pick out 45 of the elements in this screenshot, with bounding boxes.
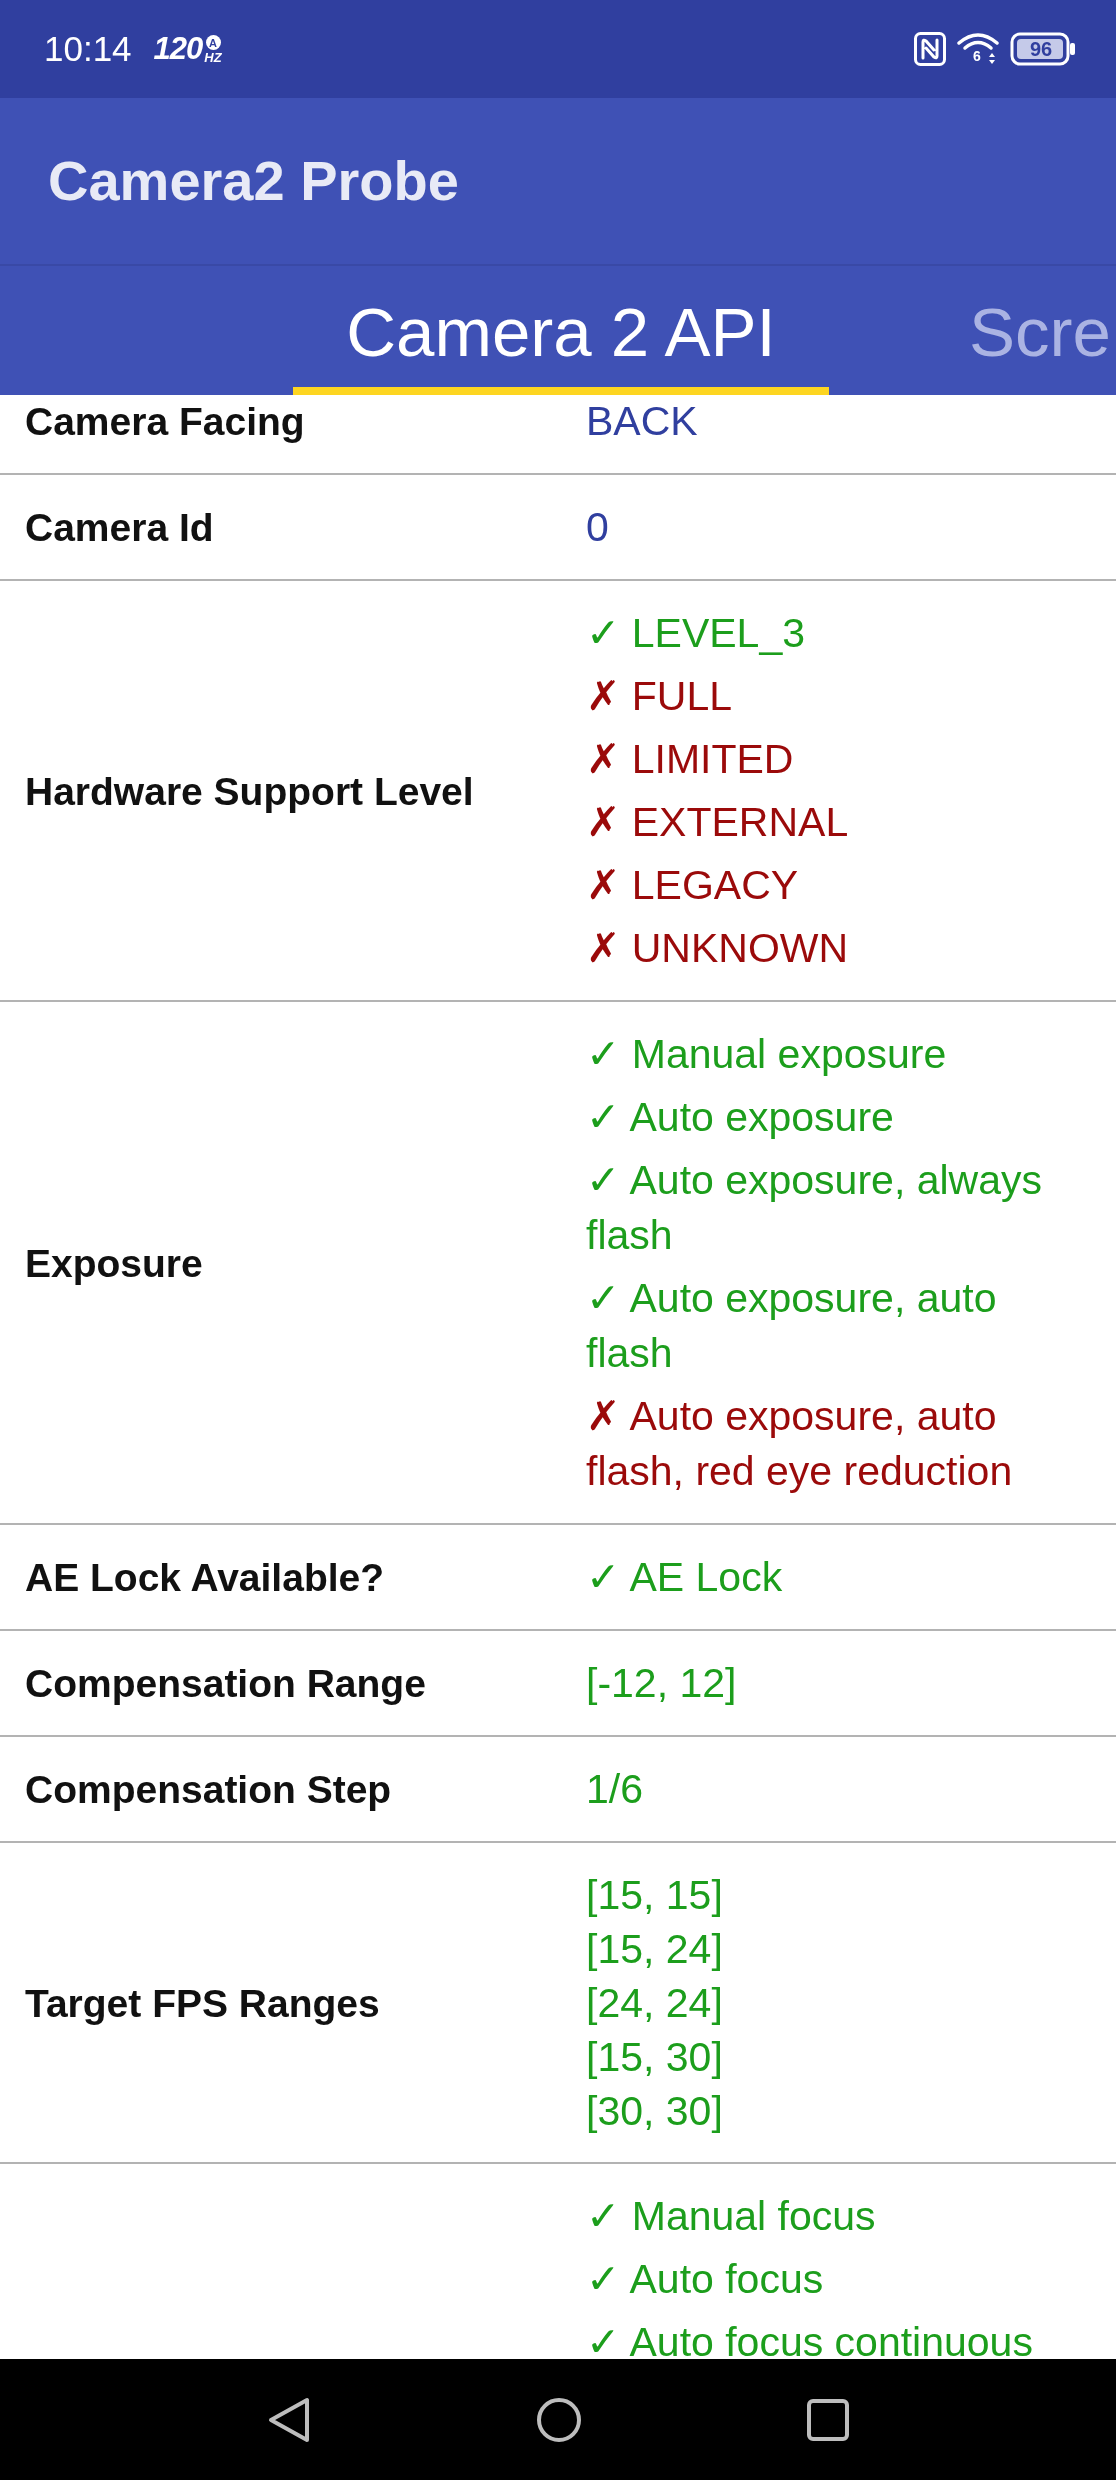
wifi-standard-text: 6 [973, 49, 981, 63]
supported-feature-text: ✓ Auto focus continuous [586, 2318, 1033, 2359]
property-value: [15, 15] [586, 1871, 723, 1920]
unsupported-feature-text: ✗ FULL [586, 672, 732, 721]
property-label: Exposure [25, 1240, 203, 1287]
property-value: [30, 30] [586, 2087, 723, 2136]
property-label: Camera Id [25, 505, 214, 551]
refresh-mode-badge: A [205, 35, 221, 50]
app-title: Camera2 Probe [48, 149, 459, 213]
property-label: Hardware Support Level [25, 768, 474, 815]
battery-icon [1010, 32, 1076, 66]
supported-feature-text: ✓ Auto exposure, auto flash [586, 1274, 998, 1378]
refresh-unit-text: HZ [204, 51, 222, 64]
unsupported-feature-text: ✗ LIMITED [586, 735, 794, 784]
unsupported-feature-text: ✗ Auto exposure, auto flash, red eye reduction [586, 1392, 1014, 1496]
wifi-icon [956, 32, 1000, 66]
unsupported-feature-text: ✗ LEGACY [586, 861, 799, 910]
property-value: 1/6 [586, 1765, 643, 1814]
supported-feature-text: ✓ Auto focus [586, 2255, 824, 2304]
property-label: Compensation Step [25, 1767, 392, 1813]
unsupported-feature-text: ✗ UNKNOWN [586, 924, 849, 973]
clock-text: 10:14 [44, 29, 132, 69]
property-value: [15, 24] [586, 1925, 723, 1974]
property-label: Camera Facing [25, 399, 305, 445]
refresh-rate-text: 120 [153, 31, 203, 67]
property-value: 0 [586, 503, 609, 552]
property-label: AE Lock Available? [25, 1555, 385, 1601]
home-icon[interactable] [536, 2396, 582, 2443]
recents-icon[interactable] [807, 2398, 849, 2441]
supported-feature-text: ✓ Auto exposure [586, 1093, 894, 1142]
supported-feature-text: ✓ AE Lock [586, 1553, 783, 1602]
supported-feature-text: ✓ Manual focus [586, 2192, 876, 2241]
property-label: Compensation Range [25, 1661, 426, 1707]
unsupported-feature-text: ✗ EXTERNAL [586, 798, 849, 847]
property-label: Target FPS Ranges [25, 1980, 380, 2027]
supported-feature-text: ✓ Auto exposure, always flash [586, 1156, 1043, 1260]
property-value: [15, 30] [586, 2033, 723, 2082]
battery-level-text: 96 [1028, 38, 1054, 60]
supported-feature-text: ✓ LEVEL_3 [586, 609, 805, 658]
back-icon[interactable] [267, 2396, 311, 2443]
property-value: [24, 24] [586, 1979, 723, 2028]
nfc-icon [914, 32, 946, 66]
property-value: [-12, 12] [586, 1659, 737, 1708]
supported-feature-text: ✓ Manual exposure [586, 1030, 947, 1079]
property-value: BACK [586, 397, 698, 446]
